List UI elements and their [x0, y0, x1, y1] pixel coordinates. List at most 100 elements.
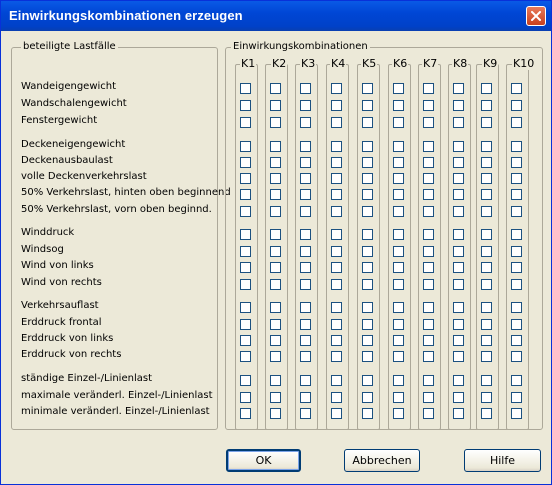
combination-checkbox[interactable]	[393, 100, 404, 111]
combination-checkbox[interactable]	[511, 246, 522, 257]
combination-checkbox[interactable]	[331, 117, 342, 128]
combination-checkbox[interactable]	[453, 279, 464, 290]
combination-checkbox[interactable]	[331, 141, 342, 152]
combination-checkbox[interactable]	[511, 351, 522, 362]
combination-checkbox[interactable]	[300, 375, 311, 386]
combination-checkbox[interactable]	[300, 189, 311, 200]
combination-checkbox[interactable]	[481, 117, 492, 128]
combination-checkbox[interactable]	[362, 351, 373, 362]
combination-checkbox[interactable]	[511, 157, 522, 168]
combination-checkbox[interactable]	[362, 100, 373, 111]
combination-checkbox[interactable]	[393, 262, 404, 273]
combination-checkbox[interactable]	[300, 392, 311, 403]
combination-checkbox[interactable]	[481, 141, 492, 152]
combination-checkbox[interactable]	[331, 279, 342, 290]
combination-checkbox[interactable]	[240, 141, 251, 152]
combination-checkbox[interactable]	[511, 141, 522, 152]
combination-checkbox[interactable]	[331, 319, 342, 330]
combination-checkbox[interactable]	[240, 83, 251, 94]
combination-checkbox[interactable]	[300, 351, 311, 362]
combination-checkbox[interactable]	[423, 206, 434, 217]
combination-checkbox[interactable]	[423, 83, 434, 94]
combination-checkbox[interactable]	[511, 392, 522, 403]
combination-checkbox[interactable]	[240, 117, 251, 128]
combination-checkbox[interactable]	[481, 229, 492, 240]
combination-checkbox[interactable]	[331, 229, 342, 240]
combination-checkbox[interactable]	[393, 189, 404, 200]
combination-checkbox[interactable]	[270, 229, 281, 240]
combination-checkbox[interactable]	[300, 100, 311, 111]
combination-checkbox[interactable]	[453, 83, 464, 94]
combination-checkbox[interactable]	[362, 141, 373, 152]
combination-checkbox[interactable]	[362, 375, 373, 386]
combination-checkbox[interactable]	[393, 279, 404, 290]
combination-checkbox[interactable]	[423, 229, 434, 240]
combination-checkbox[interactable]	[270, 189, 281, 200]
combination-checkbox[interactable]	[481, 302, 492, 313]
combination-checkbox[interactable]	[481, 173, 492, 184]
combination-checkbox[interactable]	[270, 262, 281, 273]
combination-checkbox[interactable]	[300, 141, 311, 152]
combination-checkbox[interactable]	[423, 246, 434, 257]
combination-checkbox[interactable]	[270, 83, 281, 94]
combination-checkbox[interactable]	[240, 408, 251, 419]
combination-checkbox[interactable]	[362, 157, 373, 168]
combination-checkbox[interactable]	[362, 189, 373, 200]
combination-checkbox[interactable]	[270, 351, 281, 362]
combination-checkbox[interactable]	[362, 246, 373, 257]
combination-checkbox[interactable]	[362, 83, 373, 94]
combination-checkbox[interactable]	[511, 408, 522, 419]
combination-checkbox[interactable]	[393, 173, 404, 184]
combination-checkbox[interactable]	[481, 246, 492, 257]
combination-checkbox[interactable]	[481, 351, 492, 362]
combination-checkbox[interactable]	[240, 157, 251, 168]
combination-checkbox[interactable]	[300, 335, 311, 346]
combination-checkbox[interactable]	[270, 319, 281, 330]
combination-checkbox[interactable]	[331, 392, 342, 403]
combination-checkbox[interactable]	[270, 141, 281, 152]
combination-checkbox[interactable]	[481, 100, 492, 111]
combination-checkbox[interactable]	[300, 246, 311, 257]
combination-checkbox[interactable]	[240, 173, 251, 184]
combination-checkbox[interactable]	[423, 351, 434, 362]
combination-checkbox[interactable]	[481, 392, 492, 403]
combination-checkbox[interactable]	[423, 392, 434, 403]
combination-checkbox[interactable]	[423, 408, 434, 419]
combination-checkbox[interactable]	[331, 100, 342, 111]
combination-checkbox[interactable]	[511, 189, 522, 200]
combination-checkbox[interactable]	[511, 206, 522, 217]
combination-checkbox[interactable]	[240, 279, 251, 290]
combination-checkbox[interactable]	[393, 157, 404, 168]
combination-checkbox[interactable]	[393, 408, 404, 419]
combination-checkbox[interactable]	[300, 173, 311, 184]
combination-checkbox[interactable]	[393, 375, 404, 386]
combination-checkbox[interactable]	[270, 375, 281, 386]
combination-checkbox[interactable]	[423, 302, 434, 313]
combination-checkbox[interactable]	[423, 173, 434, 184]
combination-checkbox[interactable]	[240, 189, 251, 200]
combination-checkbox[interactable]	[423, 189, 434, 200]
combination-checkbox[interactable]	[270, 392, 281, 403]
combination-checkbox[interactable]	[270, 157, 281, 168]
combination-checkbox[interactable]	[240, 351, 251, 362]
combination-checkbox[interactable]	[331, 335, 342, 346]
close-button[interactable]	[526, 6, 546, 26]
combination-checkbox[interactable]	[481, 335, 492, 346]
combination-checkbox[interactable]	[270, 173, 281, 184]
combination-checkbox[interactable]	[453, 408, 464, 419]
combination-checkbox[interactable]	[423, 319, 434, 330]
combination-checkbox[interactable]	[453, 319, 464, 330]
title-bar[interactable]: Einwirkungskombinationen erzeugen	[1, 1, 551, 31]
combination-checkbox[interactable]	[240, 206, 251, 217]
combination-checkbox[interactable]	[481, 375, 492, 386]
combination-checkbox[interactable]	[511, 302, 522, 313]
combination-checkbox[interactable]	[300, 229, 311, 240]
combination-checkbox[interactable]	[331, 262, 342, 273]
combination-checkbox[interactable]	[240, 392, 251, 403]
combination-checkbox[interactable]	[393, 141, 404, 152]
combination-checkbox[interactable]	[270, 206, 281, 217]
combination-checkbox[interactable]	[393, 246, 404, 257]
combination-checkbox[interactable]	[393, 302, 404, 313]
combination-checkbox[interactable]	[270, 408, 281, 419]
combination-checkbox[interactable]	[331, 302, 342, 313]
